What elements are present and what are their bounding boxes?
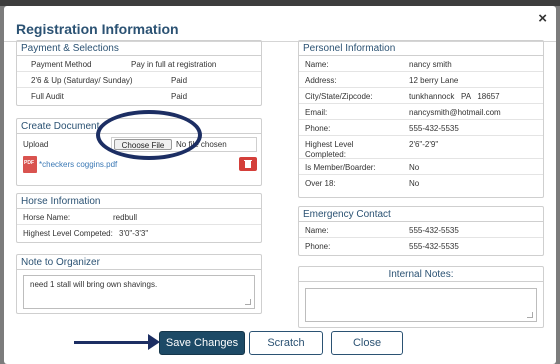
- personnel-label: Email:: [305, 108, 328, 117]
- horse-value: 3'0"-3'3": [119, 229, 149, 238]
- personnel-label: Phone:: [305, 124, 331, 133]
- resize-handle[interactable]: [245, 299, 251, 305]
- horse-row: Horse Name: redbull: [17, 209, 261, 225]
- trash-icon: [244, 160, 252, 168]
- highlight-circle: [96, 110, 202, 160]
- personnel-value: 555-432-5535: [409, 124, 459, 133]
- personnel-row: Is Member/Boarder: No: [299, 159, 543, 175]
- uploaded-file-link[interactable]: *checkers coggins.pdf: [39, 160, 117, 169]
- emergency-panel: Emergency Contact Name: 555-432-5535 Pho…: [298, 206, 544, 256]
- personnel-label: Name:: [305, 60, 329, 69]
- internal-notes-title: Internal Notes:: [299, 267, 543, 282]
- emergency-row: Phone: 555-432-5535: [299, 238, 543, 254]
- personnel-value: tunkhannock PA 18657: [409, 92, 500, 101]
- horse-value: redbull: [113, 213, 138, 222]
- emergency-title: Emergency Contact: [299, 207, 543, 222]
- personnel-label: City/State/Zipcode:: [305, 92, 373, 101]
- personnel-value: nancy smith: [409, 60, 452, 69]
- personnel-row: Name: nancy smith: [299, 56, 543, 72]
- payment-panel: Payment & Selections Payment Method Pay …: [16, 40, 262, 106]
- horse-label: Highest Level Competed:: [23, 229, 113, 238]
- personnel-value: No: [409, 179, 420, 188]
- horse-label: Horse Name:: [23, 213, 71, 222]
- payment-row: Payment Method Pay in full at registrati…: [17, 56, 261, 72]
- payment-value: Pay in full at registration: [131, 60, 217, 69]
- resize-handle[interactable]: [527, 312, 533, 318]
- delete-file-button[interactable]: [239, 157, 257, 171]
- personnel-row: Address: 12 berry Lane: [299, 72, 543, 88]
- personnel-label: Highest Level Completed:: [305, 140, 354, 159]
- dialog-title: Registration Information: [16, 21, 179, 37]
- personnel-row: Over 18: No: [299, 175, 543, 191]
- payment-row: 2'6 & Up (Saturday/ Sunday) Paid: [17, 72, 261, 88]
- note-textarea[interactable]: need 1 stall will bring own shavings.: [23, 275, 255, 309]
- arrow-annotation: [74, 341, 152, 344]
- payment-label: 2'6 & Up (Saturday/ Sunday): [31, 76, 133, 85]
- payment-row: Full Audit Paid: [17, 88, 261, 104]
- close-button[interactable]: Close: [331, 331, 403, 355]
- note-title: Note to Organizer: [17, 255, 261, 270]
- personnel-row: Phone: 555-432-5535: [299, 120, 543, 136]
- horse-panel: Horse Information Horse Name: redbull Hi…: [16, 193, 262, 243]
- payment-value: Paid: [171, 92, 188, 101]
- personnel-label: Over 18:: [305, 179, 336, 188]
- close-icon[interactable]: ×: [538, 10, 547, 27]
- emergency-value: 555-432-5535: [409, 226, 459, 235]
- horse-row: Highest Level Competed: 3'0"-3'3": [17, 225, 261, 241]
- emergency-row: Name: 555-432-5535: [299, 222, 543, 238]
- pdf-icon: PDF: [23, 156, 37, 173]
- personnel-row: City/State/Zipcode: tunkhannock PA 18657: [299, 88, 543, 104]
- emergency-value: 555-432-5535: [409, 242, 459, 251]
- personnel-value: 12 berry Lane: [409, 76, 459, 85]
- pdf-icon-label: PDF: [24, 160, 34, 166]
- payment-label: Full Audit: [31, 92, 64, 101]
- horse-title: Horse Information: [17, 194, 261, 209]
- emergency-label: Name:: [305, 226, 329, 235]
- personnel-panel: Personel Information Name: nancy smith A…: [298, 40, 544, 198]
- internal-notes-panel: Internal Notes:: [298, 266, 544, 328]
- personnel-value: nancysmith@hotmail.com: [409, 108, 501, 117]
- payment-title: Payment & Selections: [17, 41, 261, 56]
- upload-label: Upload: [23, 140, 49, 149]
- arrow-head: [148, 334, 160, 350]
- personnel-label: Is Member/Boarder:: [305, 163, 376, 172]
- note-panel: Note to Organizer need 1 stall will brin…: [16, 254, 262, 314]
- payment-label: Payment Method: [31, 60, 92, 69]
- internal-notes-textarea[interactable]: [305, 288, 537, 322]
- payment-value: Paid: [171, 76, 188, 85]
- personnel-value: No: [409, 163, 420, 172]
- registration-dialog: × Registration Information Payment & Sel…: [4, 6, 556, 364]
- personnel-row: Highest Level Completed: 2'6"-2'9": [299, 136, 543, 159]
- personnel-label: Address:: [305, 76, 337, 85]
- emergency-label: Phone:: [305, 242, 331, 251]
- scratch-button[interactable]: Scratch: [249, 331, 323, 355]
- personnel-row: Email: nancysmith@hotmail.com: [299, 104, 543, 120]
- personnel-value: 2'6"-2'9": [409, 140, 439, 149]
- personnel-title: Personel Information: [299, 41, 543, 56]
- save-changes-button[interactable]: Save Changes: [159, 331, 245, 355]
